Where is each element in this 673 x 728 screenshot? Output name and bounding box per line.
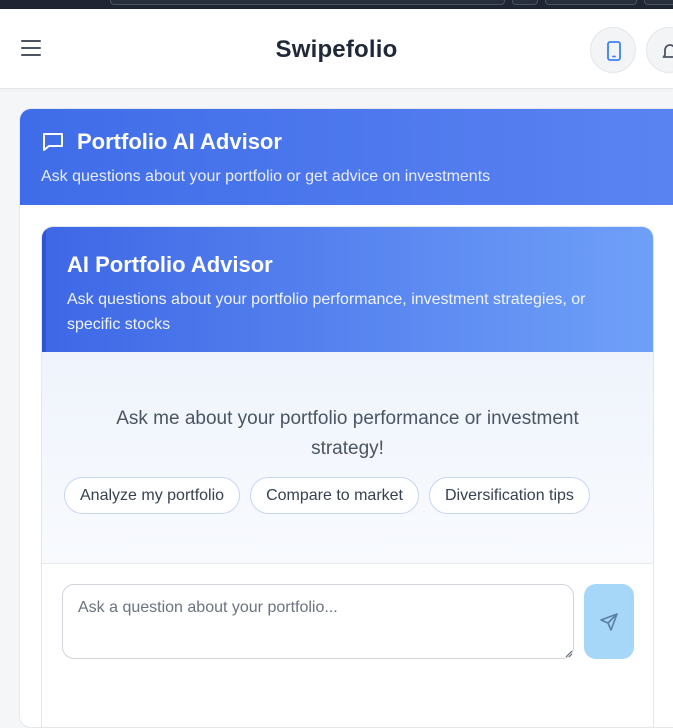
chat-card-subtitle: Ask questions about your portfolio perfo…	[67, 291, 586, 333]
notifications-button[interactable]	[646, 27, 673, 73]
address-bar-edge	[110, 0, 505, 5]
suggestion-analyze-portfolio[interactable]: Analyze my portfolio	[64, 477, 241, 514]
suggestion-chips: Analyze my portfolio Compare to market D…	[64, 477, 590, 514]
chat-card-header: AI Portfolio Advisor Ask questions about…	[42, 227, 653, 352]
browser-top-strip	[0, 0, 673, 9]
resize-handle-icon[interactable]	[565, 650, 573, 658]
chat-card-title: AI Portfolio Advisor	[67, 252, 273, 277]
send-button[interactable]	[584, 584, 634, 659]
app-header: Swipefolio	[0, 9, 673, 89]
chat-input-row: Ask a question about your portfolio...	[42, 564, 653, 684]
empty-state-prompt: Ask me about your portfolio performance …	[116, 408, 579, 459]
toolbar-chip	[644, 0, 673, 5]
advisor-panel-title: Portfolio AI Advisor	[77, 129, 282, 154]
advisor-panel-subtitle: Ask questions about your portfolio or ge…	[41, 168, 491, 185]
chat-bubble-icon	[43, 133, 63, 151]
mobile-device-button[interactable]	[590, 27, 636, 73]
toolbar-chip	[545, 0, 637, 5]
toolbar-chip	[512, 0, 538, 5]
suggestion-compare-market[interactable]: Compare to market	[250, 477, 419, 514]
advisor-panel-header: Portfolio AI Advisor Ask questions about…	[20, 109, 673, 205]
chat-card: AI Portfolio Advisor Ask questions about…	[41, 226, 654, 727]
advisor-panel: Portfolio AI Advisor Ask questions about…	[19, 108, 673, 728]
bell-icon	[662, 44, 673, 58]
mobile-device-icon	[607, 41, 621, 61]
chat-messages-area: Ask me about your portfolio performance …	[42, 352, 653, 564]
suggestion-diversification-tips[interactable]: Diversification tips	[429, 477, 590, 514]
question-input[interactable]: Ask a question about your portfolio...	[62, 584, 574, 659]
send-icon	[600, 613, 618, 631]
app-title: Swipefolio	[275, 36, 398, 63]
